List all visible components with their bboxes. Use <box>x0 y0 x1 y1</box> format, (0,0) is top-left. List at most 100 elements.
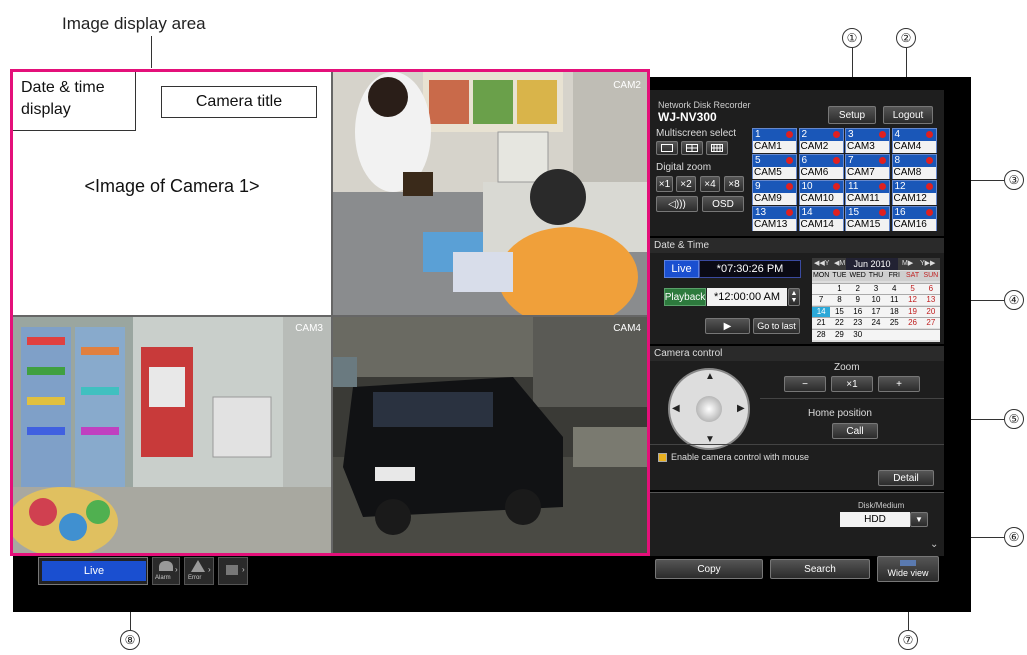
sixteen-screen-button[interactable] <box>706 141 728 155</box>
calendar-day[interactable]: 20 <box>921 305 940 317</box>
calendar-day[interactable]: 7 <box>812 294 831 305</box>
camera-select-button[interactable]: 4 CAM4 <box>891 128 937 153</box>
calendar-day[interactable]: 28 <box>812 328 831 340</box>
calendar-day[interactable]: 22 <box>830 317 849 328</box>
single-screen-icon <box>661 144 673 152</box>
copy-button[interactable]: Copy <box>655 559 763 579</box>
camera-select-button[interactable]: 15 CAM15 <box>845 206 890 231</box>
mouse-control-checkbox[interactable] <box>658 453 667 462</box>
calendar-day[interactable]: 10 <box>866 294 886 305</box>
setup-button[interactable]: Setup <box>828 106 876 124</box>
home-call-button[interactable]: Call <box>832 423 878 439</box>
camera2-label: CAM2 <box>613 80 641 91</box>
calendar-day[interactable]: 16 <box>848 305 867 317</box>
zoom-x1-button[interactable]: ×1 <box>831 376 873 392</box>
disk-medium-dropdown-icon[interactable]: ▼ <box>910 512 928 527</box>
camera-select-button[interactable]: 6 CAM6 <box>798 154 844 179</box>
calendar-day[interactable]: 21 <box>812 317 831 328</box>
digital-zoom-x2-button[interactable]: ×2 <box>676 176 696 192</box>
pan-right-icon[interactable]: ▶ <box>737 403 745 414</box>
pan-left-icon[interactable]: ◀ <box>672 403 680 414</box>
next-month-button[interactable]: M▶ <box>902 259 913 267</box>
calendar-day[interactable]: 12 <box>903 294 922 305</box>
camera-select-button[interactable]: 13 CAM13 <box>752 206 797 231</box>
zoom-in-button[interactable]: + <box>878 376 920 392</box>
camera-select-button[interactable]: 7 CAM7 <box>845 154 890 179</box>
go-to-last-button[interactable]: Go to last <box>753 318 800 334</box>
calendar-day[interactable]: 8 <box>830 294 849 305</box>
camera1-tile[interactable]: Date & time display Camera title <Image … <box>13 72 331 315</box>
audio-button[interactable]: ◁))) <box>656 196 698 212</box>
calendar-day[interactable]: 25 <box>885 317 904 328</box>
osd-button[interactable]: OSD <box>702 196 744 212</box>
camera-select-button[interactable]: 2 CAM2 <box>798 128 844 153</box>
camera-select-button[interactable]: 14 CAM14 <box>798 206 844 231</box>
playback-time-field[interactable]: *12:00:00 AM <box>707 288 787 306</box>
calendar-day[interactable]: 3 <box>866 282 886 294</box>
camera-select-button[interactable]: 12 CAM12 <box>891 180 937 205</box>
calendar-day[interactable]: 2 <box>848 282 867 294</box>
alarm-chevron-icon: › <box>175 565 178 574</box>
playback-button[interactable]: Playback <box>664 288 706 306</box>
camera-select-button[interactable]: 3 CAM3 <box>845 128 890 153</box>
camera-select-button[interactable]: 8 CAM8 <box>891 154 937 179</box>
calendar-day[interactable]: 18 <box>885 305 904 317</box>
network-button[interactable]: › <box>218 557 248 585</box>
calendar-day[interactable]: 30 <box>848 328 867 340</box>
calendar-day[interactable]: 14 <box>812 305 831 317</box>
digital-zoom-x1-button[interactable]: ×1 <box>656 176 673 192</box>
calendar-day[interactable]: 4 <box>885 282 904 294</box>
camera4-tile[interactable]: CAM4 <box>333 317 647 553</box>
single-screen-button[interactable] <box>656 141 678 155</box>
camera2-tile[interactable]: CAM2 <box>333 72 647 315</box>
camera-select-button[interactable]: 9 CAM9 <box>752 180 797 205</box>
camera-select-button[interactable]: 10 CAM10 <box>798 180 844 205</box>
error-button[interactable]: Error › <box>184 557 214 585</box>
recording-status-icon <box>925 183 933 190</box>
play-button[interactable]: ▶ <box>705 318 750 334</box>
wide-view-button[interactable]: Wide view <box>877 556 939 582</box>
pan-tilt-center[interactable] <box>696 396 722 422</box>
playback-time-spinner[interactable]: ▲ ▼ <box>788 288 800 306</box>
pan-tilt-control[interactable]: ▲ ▼ ◀ ▶ <box>668 368 750 450</box>
calendar-day[interactable]: 27 <box>921 317 940 328</box>
camera-select-button[interactable]: 5 CAM5 <box>752 154 797 179</box>
camera-name: CAM8 <box>892 167 936 179</box>
digital-zoom-x4-button[interactable]: ×4 <box>700 176 720 192</box>
prev-month-button[interactable]: ◀M <box>834 259 845 267</box>
live-button[interactable]: Live <box>664 260 699 278</box>
calendar-day[interactable]: 26 <box>903 317 922 328</box>
quad-screen-button[interactable] <box>681 141 703 155</box>
search-button[interactable]: Search <box>770 559 870 579</box>
expand-chevron-icon[interactable]: ⌄ <box>930 539 938 550</box>
disk-medium-select[interactable]: HDD <box>840 512 910 527</box>
calendar-day[interactable]: 23 <box>848 317 867 328</box>
prev-year-button[interactable]: ◀◀Y <box>814 259 829 267</box>
calendar-day[interactable]: 11 <box>885 294 904 305</box>
camera-select-button[interactable]: 16 CAM16 <box>891 206 937 231</box>
calendar-day[interactable]: 17 <box>866 305 886 317</box>
recording-status-icon <box>832 183 840 190</box>
next-year-button[interactable]: Y▶▶ <box>920 259 935 267</box>
calendar-day[interactable]: 24 <box>866 317 886 328</box>
calendar-day[interactable]: 13 <box>921 294 940 305</box>
recording-status-icon <box>786 209 793 216</box>
live-mode-button[interactable]: Live <box>42 561 146 581</box>
calendar-day[interactable]: 6 <box>921 282 940 294</box>
calendar-day[interactable]: 15 <box>830 305 849 317</box>
calendar-day[interactable]: 5 <box>903 282 922 294</box>
zoom-out-button[interactable]: − <box>784 376 826 392</box>
calendar-day[interactable]: 29 <box>830 328 849 340</box>
detail-button[interactable]: Detail <box>878 470 934 486</box>
camera-select-button[interactable]: 1 CAM1 <box>752 128 797 153</box>
digital-zoom-x8-button[interactable]: ×8 <box>724 176 744 192</box>
alarm-button[interactable]: Alarm › <box>152 557 180 585</box>
pan-up-icon[interactable]: ▲ <box>705 371 715 382</box>
calendar-day[interactable]: 9 <box>848 294 867 305</box>
camera3-tile[interactable]: CAM3 <box>13 317 331 553</box>
calendar-day[interactable]: 19 <box>903 305 922 317</box>
logout-button[interactable]: Logout <box>883 106 933 124</box>
camera-select-grid: 1 CAM1 2 CAM2 3 CAM3 4 CAM4 5 CAM5 6 CAM6 7 CAM7 8 CAM8… <box>752 128 938 232</box>
camera-select-button[interactable]: 11 CAM11 <box>845 180 890 205</box>
calendar-day[interactable]: 1 <box>830 282 849 294</box>
